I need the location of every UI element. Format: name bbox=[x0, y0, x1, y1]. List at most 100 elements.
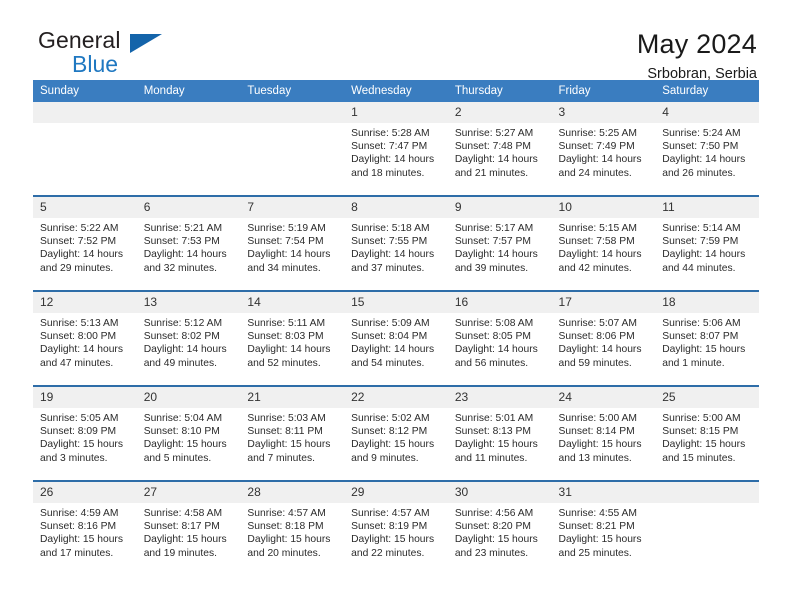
calendar-day-cell[interactable]: 26 Sunrise: 4:59 AM Sunset: 8:16 PM Dayligh… bbox=[33, 480, 137, 575]
calendar-day-cell[interactable]: 20 Sunrise: 5:04 AM Sunset: 8:10 PM Dayligh… bbox=[136, 385, 241, 481]
daylight-text: Daylight: 15 hours and 23 minutes. bbox=[454, 534, 538, 559]
weekday-header-monday: Monday bbox=[136, 80, 241, 102]
sunset-text: Sunset: 7:53 PM bbox=[143, 236, 220, 248]
calendar-day-cell[interactable]: 17 Sunrise: 5:07 AM Sunset: 8:06 PM Dayligh… bbox=[551, 290, 656, 386]
sunrise-text: Sunrise: 5:21 AM bbox=[143, 223, 223, 234]
sunrise-text: Sunrise: 4:59 AM bbox=[40, 508, 119, 519]
calendar-day-cell[interactable]: 13 Sunrise: 5:12 AM Sunset: 8:02 PM Dayligh… bbox=[136, 290, 241, 386]
sunset-text: Sunset: 8:10 PM bbox=[143, 426, 220, 438]
sunrise-text: Sunrise: 5:17 AM bbox=[454, 223, 534, 234]
calendar-day-cell[interactable]: 1 Sunrise: 5:28 AM Sunset: 7:47 PM Daylight… bbox=[344, 102, 448, 196]
daylight-text: Daylight: 15 hours and 9 minutes. bbox=[351, 439, 435, 464]
sunrise-text: Sunrise: 5:18 AM bbox=[351, 223, 430, 234]
day-number: 6 bbox=[136, 197, 241, 218]
day-number: 13 bbox=[136, 292, 241, 313]
sunset-text: Sunset: 8:18 PM bbox=[247, 521, 324, 533]
calendar-day-cell[interactable]: 18 Sunrise: 5:06 AM Sunset: 8:07 PM Dayligh… bbox=[655, 290, 759, 386]
sunrise-text: Sunrise: 5:22 AM bbox=[40, 223, 119, 234]
calendar-day-cell[interactable]: 10 Sunrise: 5:15 AM Sunset: 7:58 PM Dayligh… bbox=[551, 195, 656, 291]
calendar-day-cell[interactable]: 14 Sunrise: 5:11 AM Sunset: 8:03 PM Dayligh… bbox=[240, 290, 345, 386]
calendar-week-row: 1 Sunrise: 5:28 AM Sunset: 7:47 PM Daylight… bbox=[33, 102, 759, 196]
daylight-text: Daylight: 14 hours and 32 minutes. bbox=[143, 249, 227, 274]
calendar-day-cell[interactable]: 21 Sunrise: 5:03 AM Sunset: 8:11 PM Dayligh… bbox=[240, 385, 345, 481]
day-info: Sunrise: 5:03 AM Sunset: 8:11 PM Daylight:… bbox=[240, 408, 344, 465]
calendar-day-cell[interactable]: 27 Sunrise: 4:58 AM Sunset: 8:17 PM Dayligh… bbox=[136, 480, 241, 575]
day-info: Sunrise: 5:00 AM Sunset: 8:15 PM Daylight:… bbox=[655, 408, 759, 465]
brand-logo[interactable]: General Blue bbox=[33, 28, 213, 80]
day-info: Sunrise: 5:13 AM Sunset: 8:00 PM Daylight:… bbox=[33, 313, 137, 370]
sunset-text: Sunset: 8:20 PM bbox=[454, 521, 531, 533]
sunset-text: Sunset: 8:11 PM bbox=[247, 426, 323, 438]
daylight-text: Daylight: 14 hours and 18 minutes. bbox=[351, 154, 435, 179]
calendar-day-cell[interactable]: 15 Sunrise: 5:09 AM Sunset: 8:04 PM Dayligh… bbox=[344, 290, 448, 386]
calendar-day-cell[interactable]: 7 Sunrise: 5:19 AM Sunset: 7:54 PM Daylight… bbox=[240, 195, 345, 291]
calendar-day-cell[interactable]: 31 Sunrise: 4:55 AM Sunset: 8:21 PM Dayligh… bbox=[551, 480, 656, 575]
triangle-flag-icon bbox=[130, 34, 162, 53]
calendar-day-cell[interactable]: 9 Sunrise: 5:17 AM Sunset: 7:57 PM Daylight… bbox=[447, 195, 552, 291]
day-number: 9 bbox=[447, 197, 552, 218]
day-number: 7 bbox=[240, 197, 345, 218]
sunrise-text: Sunrise: 5:19 AM bbox=[247, 223, 326, 234]
calendar-week-row: 5 Sunrise: 5:22 AM Sunset: 7:52 PM Daylight… bbox=[33, 195, 759, 291]
sunrise-text: Sunrise: 5:02 AM bbox=[351, 413, 430, 424]
daylight-text: Daylight: 15 hours and 13 minutes. bbox=[558, 439, 642, 464]
calendar-day-cell[interactable]: 6 Sunrise: 5:21 AM Sunset: 7:53 PM Daylight… bbox=[136, 195, 241, 291]
sunrise-text: Sunrise: 5:08 AM bbox=[454, 318, 534, 329]
day-number: 30 bbox=[447, 482, 552, 503]
day-number: 22 bbox=[344, 387, 448, 408]
sunset-text: Sunset: 7:48 PM bbox=[454, 141, 531, 153]
day-number: 12 bbox=[33, 292, 137, 313]
sunrise-text: Sunrise: 5:00 AM bbox=[662, 413, 741, 424]
calendar-day-cell[interactable]: 30 Sunrise: 4:56 AM Sunset: 8:20 PM Dayligh… bbox=[447, 480, 552, 575]
daylight-text: Daylight: 15 hours and 17 minutes. bbox=[40, 534, 123, 559]
calendar-day-cell[interactable]: 11 Sunrise: 5:14 AM Sunset: 7:59 PM Dayligh… bbox=[655, 195, 759, 291]
calendar-day-cell[interactable]: 16 Sunrise: 5:08 AM Sunset: 8:05 PM Dayligh… bbox=[447, 290, 552, 386]
day-info: Sunrise: 5:28 AM Sunset: 7:47 PM Daylight:… bbox=[344, 123, 448, 180]
calendar-day-cell[interactable]: 28 Sunrise: 4:57 AM Sunset: 8:18 PM Dayligh… bbox=[240, 480, 345, 575]
daylight-text: Daylight: 15 hours and 11 minutes. bbox=[454, 439, 538, 464]
day-number: 5 bbox=[33, 197, 137, 218]
sunrise-text: Sunrise: 4:55 AM bbox=[558, 508, 637, 519]
day-number: 18 bbox=[655, 292, 759, 313]
sunset-text: Sunset: 7:54 PM bbox=[247, 236, 324, 248]
day-number: 26 bbox=[33, 482, 137, 503]
calendar-week-row: 26 Sunrise: 4:59 AM Sunset: 8:16 PM Dayligh… bbox=[33, 480, 759, 575]
day-number: 19 bbox=[33, 387, 137, 408]
calendar-day-cell[interactable]: 24 Sunrise: 5:00 AM Sunset: 8:14 PM Dayligh… bbox=[551, 385, 656, 481]
sunset-text: Sunset: 7:58 PM bbox=[558, 236, 635, 248]
calendar-table: Sunday Monday Tuesday Wednesday Thursday… bbox=[33, 80, 759, 575]
calendar-day-cell[interactable]: 8 Sunrise: 5:18 AM Sunset: 7:55 PM Daylight… bbox=[344, 195, 448, 291]
calendar-day-cell[interactable]: 19 Sunrise: 5:05 AM Sunset: 8:09 PM Dayligh… bbox=[33, 385, 137, 481]
day-number: 4 bbox=[655, 102, 759, 123]
sunset-text: Sunset: 7:55 PM bbox=[351, 236, 428, 248]
calendar-day-cell[interactable]: 12 Sunrise: 5:13 AM Sunset: 8:00 PM Dayligh… bbox=[33, 290, 137, 386]
calendar-day-cell[interactable]: 23 Sunrise: 5:01 AM Sunset: 8:13 PM Dayligh… bbox=[447, 385, 552, 481]
sunset-text: Sunset: 8:05 PM bbox=[454, 331, 531, 343]
calendar-day-cell[interactable]: 25 Sunrise: 5:00 AM Sunset: 8:15 PM Dayligh… bbox=[655, 385, 759, 481]
day-info: Sunrise: 5:05 AM Sunset: 8:09 PM Daylight:… bbox=[33, 408, 137, 465]
calendar-page: General Blue May 2024 Srbobran, Serbia S… bbox=[0, 0, 792, 612]
day-number: 27 bbox=[136, 482, 241, 503]
day-number bbox=[240, 102, 345, 123]
daylight-text: Daylight: 14 hours and 26 minutes. bbox=[662, 154, 746, 179]
calendar-day-cell[interactable]: 29 Sunrise: 4:57 AM Sunset: 8:19 PM Dayligh… bbox=[344, 480, 448, 575]
sunset-text: Sunset: 7:52 PM bbox=[40, 236, 117, 248]
calendar-day-cell[interactable]: 22 Sunrise: 5:02 AM Sunset: 8:12 PM Dayligh… bbox=[344, 385, 448, 481]
calendar-day-cell[interactable]: 4 Sunrise: 5:24 AM Sunset: 7:50 PM Daylight… bbox=[655, 102, 759, 196]
day-info: Sunrise: 4:55 AM Sunset: 8:21 PM Daylight:… bbox=[552, 503, 656, 560]
daylight-text: Daylight: 14 hours and 29 minutes. bbox=[40, 249, 123, 274]
sunrise-text: Sunrise: 5:25 AM bbox=[558, 128, 637, 139]
daylight-text: Daylight: 15 hours and 7 minutes. bbox=[247, 439, 331, 464]
calendar-day-cell[interactable]: 2 Sunrise: 5:27 AM Sunset: 7:48 PM Daylight… bbox=[447, 102, 552, 196]
daylight-text: Daylight: 14 hours and 56 minutes. bbox=[454, 344, 538, 369]
calendar-day-cell[interactable]: 5 Sunrise: 5:22 AM Sunset: 7:52 PM Daylight… bbox=[33, 195, 137, 291]
daylight-text: Daylight: 14 hours and 34 minutes. bbox=[247, 249, 331, 274]
calendar-day-cell[interactable]: 3 Sunrise: 5:25 AM Sunset: 7:49 PM Daylight… bbox=[551, 102, 656, 196]
sunrise-text: Sunrise: 5:03 AM bbox=[247, 413, 326, 424]
day-number: 8 bbox=[344, 197, 448, 218]
day-number: 20 bbox=[136, 387, 241, 408]
sunrise-text: Sunrise: 5:07 AM bbox=[558, 318, 637, 329]
sunrise-text: Sunrise: 5:27 AM bbox=[454, 128, 534, 139]
day-number: 24 bbox=[551, 387, 656, 408]
title-block: May 2024 Srbobran, Serbia bbox=[637, 28, 759, 85]
